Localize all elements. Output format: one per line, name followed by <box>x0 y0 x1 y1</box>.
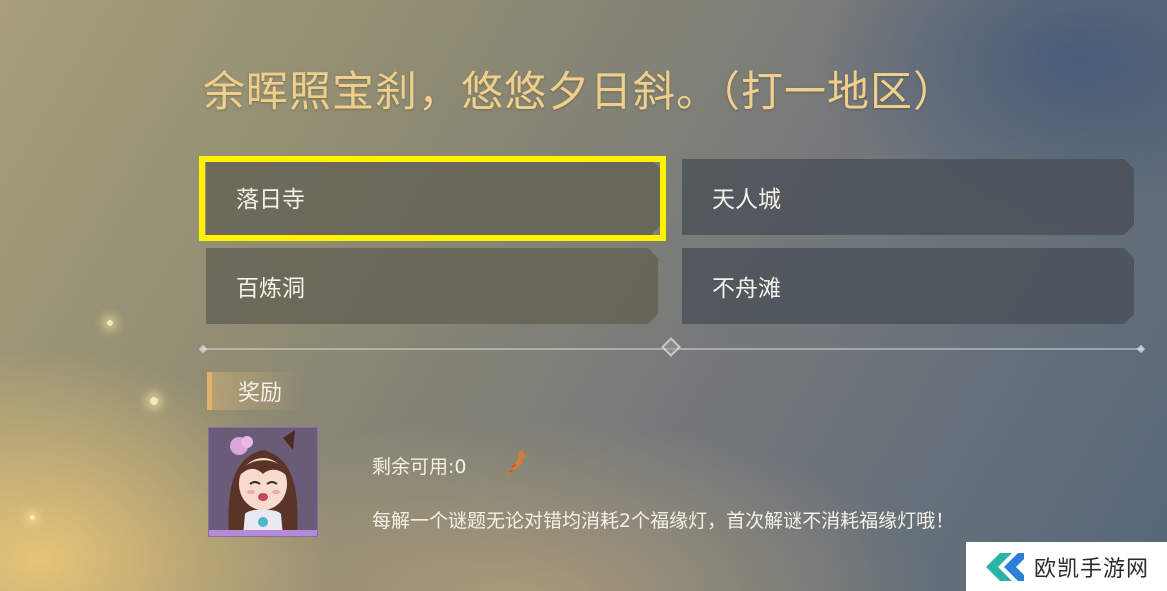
carrot-icon <box>505 450 527 478</box>
answer-option-label: 不舟滩 <box>712 276 781 302</box>
reward-avatar[interactable] <box>208 427 318 537</box>
light-particle <box>107 320 113 326</box>
answer-option-2[interactable]: 天人城 <box>682 159 1134 235</box>
light-particle <box>150 397 158 405</box>
answer-option-label: 落日寺 <box>236 187 305 213</box>
chibi-girl-icon <box>209 428 317 536</box>
reward-header-label: 奖励 <box>238 381 283 406</box>
divider-end-dot <box>1136 344 1146 354</box>
watermark-text: 欧凯手游网 <box>1034 556 1150 582</box>
diamond-icon <box>661 337 681 357</box>
light-particle <box>30 515 35 520</box>
watermark: 欧凯手游网 <box>966 542 1167 591</box>
divider-end-dot <box>198 344 208 354</box>
avatar-rarity-bar <box>209 530 317 536</box>
answer-option-label: 百炼洞 <box>236 276 305 302</box>
ok-logo-icon <box>986 552 1024 581</box>
answer-option-4[interactable]: 不舟滩 <box>682 248 1134 324</box>
answer-option-1[interactable]: 落日寺 <box>206 159 661 235</box>
remaining-count: 剩余可用:0 <box>372 456 467 478</box>
answer-option-3[interactable]: 百炼洞 <box>206 248 658 324</box>
riddle-title: 余晖照宝刹，悠悠夕日斜。（打一地区） <box>203 67 957 116</box>
answer-option-label: 天人城 <box>712 187 781 213</box>
reward-header: 奖励 <box>212 372 302 410</box>
reward-note: 每解一个谜题无论对错均消耗2个福缘灯，首次解谜不消耗福缘灯哦！ <box>372 510 955 532</box>
